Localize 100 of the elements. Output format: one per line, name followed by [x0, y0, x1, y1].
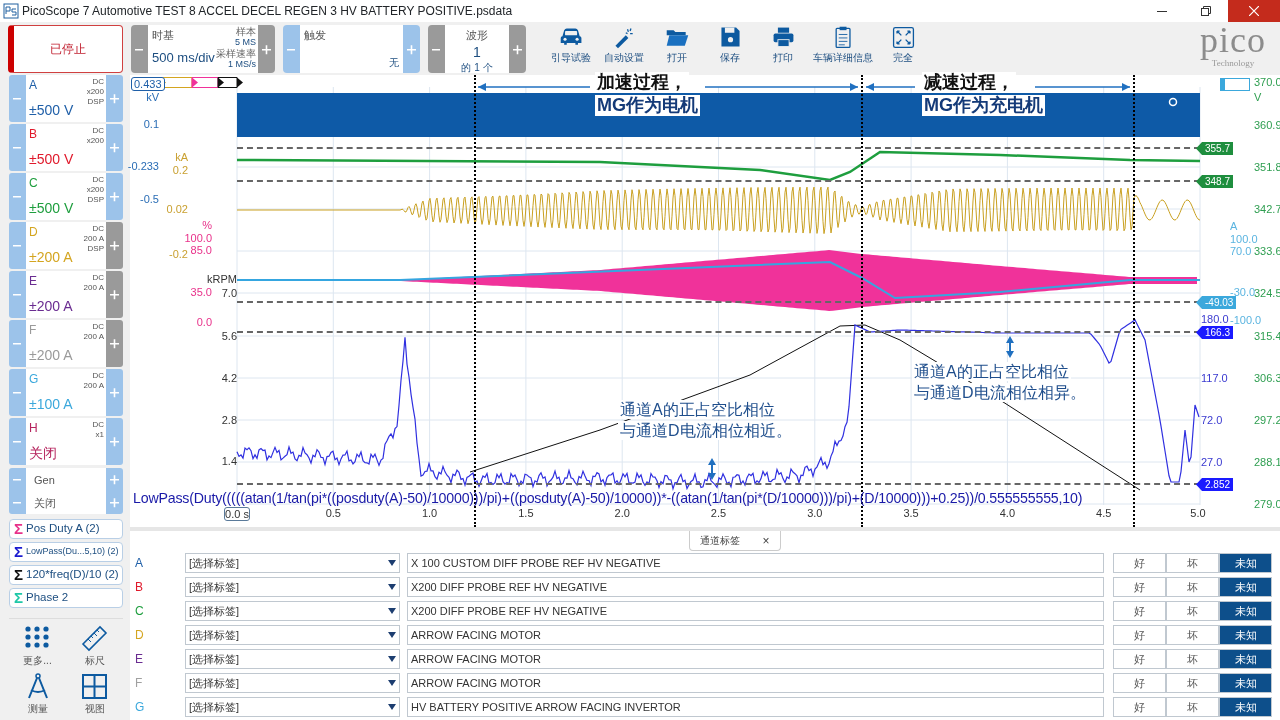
- rating-button[interactable]: 好: [1113, 577, 1166, 597]
- rating-button[interactable]: 坏: [1166, 673, 1219, 693]
- label-dropdown[interactable]: [选择标签]: [185, 697, 400, 717]
- level-marker[interactable]: 2.852: [1196, 478, 1234, 491]
- math-channel-button[interactable]: Σ 120*freq(D)/10 (2): [9, 565, 123, 585]
- channel-range-control[interactable]: H DC x1 关闭: [26, 418, 106, 465]
- decrease-button[interactable]: [9, 271, 26, 318]
- close-tab-button[interactable]: ×: [762, 531, 770, 550]
- grid-icon: [80, 672, 109, 701]
- rating-button[interactable]: 坏: [1166, 697, 1219, 717]
- rating-button[interactable]: 未知: [1219, 673, 1272, 693]
- increase-button[interactable]: [106, 173, 123, 220]
- channel-letter: A: [134, 555, 144, 572]
- rating-button[interactable]: 坏: [1166, 553, 1219, 573]
- rating-button[interactable]: 好: [1113, 673, 1166, 693]
- increase-button[interactable]: [258, 25, 275, 73]
- decrease-button[interactable]: [428, 25, 445, 73]
- level-marker[interactable]: 355.7: [1196, 142, 1234, 155]
- increase-button[interactable]: [106, 75, 123, 122]
- description-field[interactable]: X200 DIFF PROBE REF HV NEGATIVE: [407, 601, 1104, 621]
- rating-button[interactable]: 坏: [1166, 625, 1219, 645]
- channel-range-control[interactable]: A DC x200 DSP ±500 V: [26, 75, 106, 122]
- label-dropdown[interactable]: [选择标签]: [185, 601, 400, 621]
- channel-range-control[interactable]: F DC 200 A ±200 A: [26, 320, 106, 367]
- toolbar-button[interactable]: 打开: [654, 25, 700, 65]
- label-dropdown[interactable]: [选择标签]: [185, 673, 400, 693]
- decrease-button[interactable]: [9, 468, 26, 491]
- sample-value: 1 MS/s: [227, 59, 256, 70]
- rating-button[interactable]: 未知: [1219, 625, 1272, 645]
- decrease-button[interactable]: [283, 25, 300, 73]
- increase-button[interactable]: [403, 25, 420, 73]
- description-field[interactable]: ARROW FACING MOTOR: [407, 625, 1104, 645]
- decrease-button[interactable]: [9, 369, 26, 416]
- channel-range-control[interactable]: B DC x200 ±500 V: [26, 124, 106, 171]
- rating-button[interactable]: 未知: [1219, 553, 1272, 573]
- channel-labels-tab[interactable]: 通道标签 ×: [689, 531, 781, 551]
- label-dropdown[interactable]: [选择标签]: [185, 553, 400, 573]
- axis-label: V: [1254, 91, 1262, 103]
- increase-button[interactable]: [106, 124, 123, 171]
- decrease-button[interactable]: [9, 75, 26, 122]
- side-tool-button[interactable]: 更多...: [9, 624, 66, 666]
- channel-range-control[interactable]: D DC 200 A DSP ±200 A: [26, 222, 106, 269]
- channel-range-control[interactable]: C DC x200 DSP ±500 V: [26, 173, 106, 220]
- rating-button[interactable]: 好: [1113, 601, 1166, 621]
- rating-button[interactable]: 未知: [1219, 601, 1272, 621]
- label-dropdown[interactable]: [选择标签]: [185, 625, 400, 645]
- generator-setting[interactable]: Gen: [26, 468, 106, 491]
- increase-button[interactable]: [106, 369, 123, 416]
- rating-button[interactable]: 好: [1113, 625, 1166, 645]
- rating-button[interactable]: 未知: [1219, 697, 1272, 717]
- toolbar-button[interactable]: 自动设置: [601, 25, 647, 65]
- channel-range-control[interactable]: E DC 200 A ±200 A: [26, 271, 106, 318]
- plus-icon: [109, 93, 120, 104]
- description-field[interactable]: ARROW FACING MOTOR: [407, 649, 1104, 669]
- math-channel-button[interactable]: Σ Pos Duty A (2): [9, 519, 123, 539]
- description-field[interactable]: X 100 CUSTOM DIFF PROBE REF HV NEGATIVE: [407, 553, 1104, 573]
- description-field[interactable]: HV BATTERY POSITIVE ARROW FACING INVERTOR: [407, 697, 1104, 717]
- rating-button[interactable]: 好: [1113, 649, 1166, 669]
- increase-button[interactable]: [509, 25, 526, 73]
- decrease-button[interactable]: [9, 491, 26, 514]
- label-dropdown[interactable]: [选择标签]: [185, 649, 400, 669]
- side-tool-button[interactable]: 标尺: [66, 624, 123, 666]
- label-dropdown[interactable]: [选择标签]: [185, 577, 400, 597]
- decrease-button[interactable]: [9, 124, 26, 171]
- decrease-button[interactable]: [9, 418, 26, 465]
- level-marker[interactable]: 166.3: [1196, 326, 1234, 339]
- toolbar-button[interactable]: 车辆详细信息: [813, 25, 873, 65]
- rating-button[interactable]: 未知: [1219, 577, 1272, 597]
- decrease-button[interactable]: [9, 222, 26, 269]
- side-tool-button[interactable]: 视图: [66, 672, 123, 714]
- axis-label: %: [202, 219, 212, 231]
- math-channel-button[interactable]: Σ LowPass(Du...5,10) (2): [9, 542, 123, 562]
- axis-label: 180.0: [1201, 313, 1229, 325]
- toolbar-button[interactable]: 完全: [880, 25, 926, 65]
- rating-button[interactable]: 坏: [1166, 601, 1219, 621]
- toolbar-button[interactable]: 打印: [760, 25, 806, 65]
- math-channel-button[interactable]: Σ Phase 2: [9, 588, 123, 608]
- stop-button[interactable]: 已停止: [8, 25, 123, 73]
- axis-label: -0.5: [140, 193, 159, 205]
- side-tool-button[interactable]: 测量: [9, 672, 66, 714]
- rating-button[interactable]: 坏: [1166, 577, 1219, 597]
- rating-button[interactable]: 好: [1113, 553, 1166, 573]
- rating-button[interactable]: 坏: [1166, 649, 1219, 669]
- decrease-button[interactable]: [9, 320, 26, 367]
- description-field[interactable]: X200 DIFF PROBE REF HV NEGATIVE: [407, 577, 1104, 597]
- dropdown-caret-icon: [388, 680, 396, 686]
- decrease-button[interactable]: [131, 25, 148, 73]
- description-field[interactable]: ARROW FACING MOTOR: [407, 673, 1104, 693]
- increase-button[interactable]: [106, 418, 123, 465]
- level-marker[interactable]: 348.7: [1196, 175, 1234, 188]
- generator-setting[interactable]: 关闭: [26, 491, 106, 514]
- rating-button[interactable]: 好: [1113, 697, 1166, 717]
- channel-range-control[interactable]: G DC 200 A ±100 A: [26, 369, 106, 416]
- rating-button[interactable]: 未知: [1219, 649, 1272, 669]
- level-marker[interactable]: [1220, 78, 1250, 91]
- increase-button[interactable]: [106, 491, 123, 514]
- decrease-button[interactable]: [9, 173, 26, 220]
- toolbar-button[interactable]: 保存: [707, 25, 753, 65]
- toolbar-button[interactable]: 引导试验: [548, 25, 594, 65]
- increase-button[interactable]: [106, 468, 123, 491]
